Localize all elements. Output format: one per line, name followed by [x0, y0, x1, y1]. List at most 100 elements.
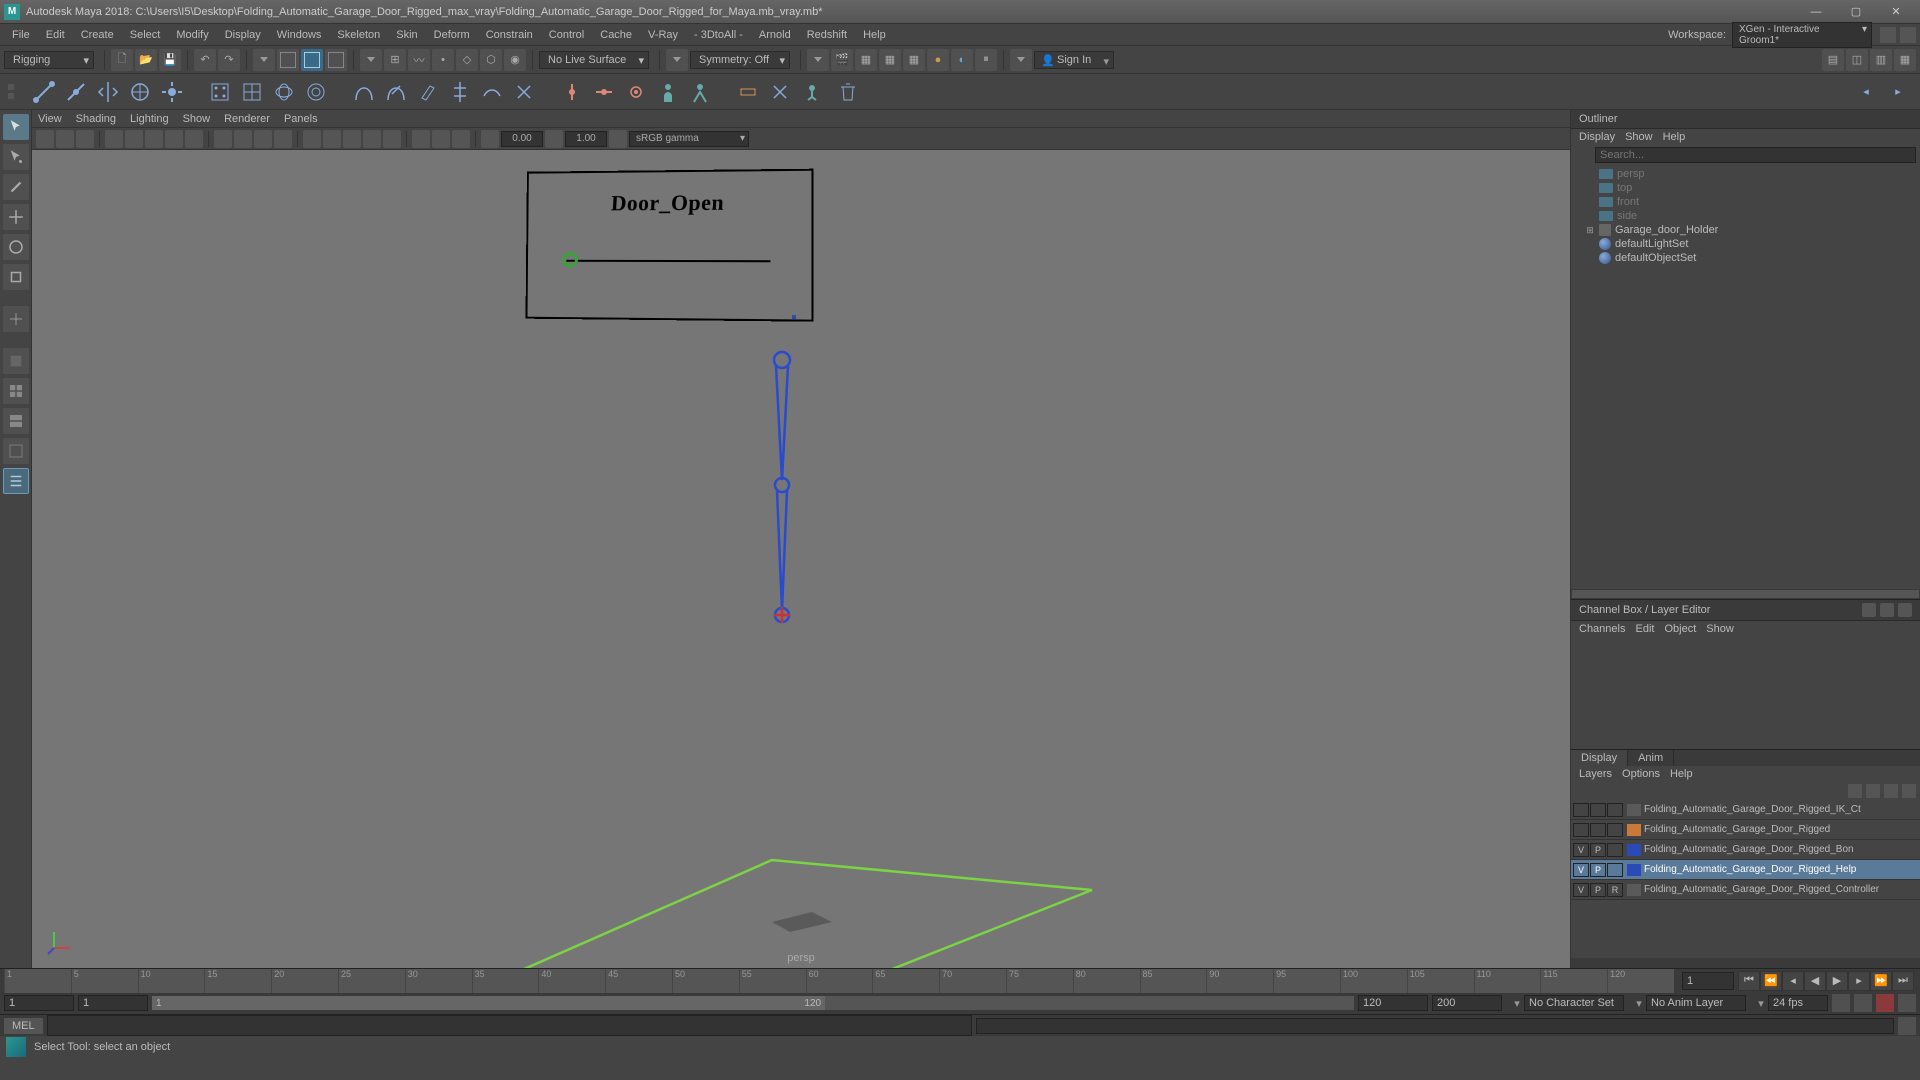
- vp-exposure-field[interactable]: 0.00: [501, 131, 543, 147]
- layer-menu-help[interactable]: Help: [1670, 768, 1693, 780]
- cbox-icon-3[interactable]: [1898, 603, 1912, 617]
- shelf-char2-icon[interactable]: [686, 78, 714, 106]
- shelf-pose-icon[interactable]: [798, 78, 826, 106]
- playblast-pause-icon[interactable]: ⏸: [975, 49, 997, 71]
- shelf-wrap-icon[interactable]: [270, 78, 298, 106]
- rotate-tool[interactable]: [3, 234, 29, 260]
- workspace-reset-icon[interactable]: [1880, 27, 1896, 43]
- outliner-item[interactable]: persp: [1571, 167, 1920, 181]
- layer-r-toggle[interactable]: [1607, 843, 1623, 857]
- time-track[interactable]: 1510152025303540455055606570758085909510…: [4, 969, 1674, 993]
- menu-select[interactable]: Select: [122, 27, 169, 43]
- snap-curve-icon[interactable]: 〰: [408, 49, 430, 71]
- shelf-smooth-weights-icon[interactable]: [478, 78, 506, 106]
- fps-select[interactable]: 24 fps: [1768, 995, 1828, 1011]
- live-surface-select[interactable]: No Live Surface: [539, 51, 649, 69]
- vp-expose-icon[interactable]: [481, 130, 499, 148]
- shelf-delete-icon[interactable]: [834, 78, 862, 106]
- layer-color-swatch[interactable]: [1627, 844, 1641, 856]
- layer-new-selected-icon[interactable]: [1902, 784, 1916, 798]
- script-lang-toggle[interactable]: MEL: [4, 1018, 43, 1034]
- vp-ao-icon[interactable]: [343, 130, 361, 148]
- minimize-button[interactable]: —: [1796, 0, 1836, 24]
- vp-menu-lighting[interactable]: Lighting: [130, 113, 169, 125]
- menu-deform[interactable]: Deform: [426, 27, 478, 43]
- shelf-scroll-right-icon[interactable]: ▸: [1884, 78, 1912, 106]
- cbox-menu-show[interactable]: Show: [1706, 623, 1734, 635]
- layer-color-swatch[interactable]: [1627, 804, 1641, 816]
- layer-row[interactable]: VPFolding_Automatic_Garage_Door_Rigged_H…: [1571, 860, 1920, 880]
- layer-p-toggle[interactable]: [1590, 823, 1606, 837]
- layer-color-swatch[interactable]: [1627, 824, 1641, 836]
- menu-create[interactable]: Create: [73, 27, 122, 43]
- outliner-menu-show[interactable]: Show: [1625, 131, 1653, 143]
- vp-shadow-icon[interactable]: [323, 130, 341, 148]
- vp-aa-icon[interactable]: [383, 130, 401, 148]
- vp-menu-renderer[interactable]: Renderer: [224, 113, 270, 125]
- cbox-menu-edit[interactable]: Edit: [1635, 623, 1654, 635]
- signin-button[interactable]: 👤 Sign In: [1034, 51, 1114, 69]
- step-forward-icon[interactable]: ▸: [1848, 971, 1870, 991]
- vp-menu-show[interactable]: Show: [183, 113, 211, 125]
- vp-colorspace-select[interactable]: sRGB gamma: [629, 131, 749, 147]
- hypershade-icon[interactable]: ●: [927, 49, 949, 71]
- layer-v-toggle[interactable]: [1573, 823, 1589, 837]
- menu-constrain[interactable]: Constrain: [478, 27, 541, 43]
- menu-cache[interactable]: Cache: [592, 27, 640, 43]
- step-forward-key-icon[interactable]: ⏩: [1870, 971, 1892, 991]
- open-scene-icon[interactable]: 📂: [135, 49, 157, 71]
- play-back-icon[interactable]: ◀: [1804, 971, 1826, 991]
- vp-lock-camera-icon[interactable]: [56, 130, 74, 148]
- close-button[interactable]: ✕: [1876, 0, 1916, 24]
- menu-edit[interactable]: Edit: [38, 27, 73, 43]
- layer-row[interactable]: VPFolding_Automatic_Garage_Door_Rigged_B…: [1571, 840, 1920, 860]
- menu-windows[interactable]: Windows: [269, 27, 330, 43]
- shelf-config-icon[interactable]: [8, 84, 20, 99]
- shelf-joint-icon[interactable]: [30, 78, 58, 106]
- ipr-render-icon[interactable]: ▦: [855, 49, 877, 71]
- shelf-blend-icon[interactable]: [766, 78, 794, 106]
- select-mask-icon[interactable]: [360, 49, 382, 71]
- vp-image-plane-icon[interactable]: [105, 130, 123, 148]
- outliner-item[interactable]: defaultLightSet: [1571, 237, 1920, 251]
- menu-skin[interactable]: Skin: [388, 27, 425, 43]
- panel-toggle-1-icon[interactable]: ▤: [1822, 49, 1844, 71]
- outliner-item[interactable]: front: [1571, 195, 1920, 209]
- shelf-cluster-icon[interactable]: [206, 78, 234, 106]
- vp-motion-blur-icon[interactable]: [363, 130, 381, 148]
- layer-color-swatch[interactable]: [1627, 864, 1641, 876]
- set-key-icon[interactable]: [1876, 994, 1894, 1012]
- vp-texture-icon[interactable]: [274, 130, 292, 148]
- save-scene-icon[interactable]: 💾: [159, 49, 181, 71]
- layer-color-swatch[interactable]: [1627, 884, 1641, 896]
- select-mode-icon[interactable]: [253, 49, 275, 71]
- anim-layer-select[interactable]: No Anim Layer: [1646, 995, 1746, 1011]
- tab-display[interactable]: Display: [1571, 750, 1628, 766]
- menu-display[interactable]: Display: [217, 27, 269, 43]
- outliner-hscroll[interactable]: [1571, 589, 1920, 599]
- shelf-gear-icon[interactable]: [622, 78, 650, 106]
- outliner-toggle-icon[interactable]: [3, 468, 29, 494]
- range-loop-icon[interactable]: [1832, 994, 1850, 1012]
- layout-single-icon[interactable]: [3, 378, 29, 404]
- vp-2d-zoom-icon[interactable]: [125, 130, 143, 148]
- render-view-icon[interactable]: ▦: [879, 49, 901, 71]
- shelf-bind-skin-icon[interactable]: [350, 78, 378, 106]
- outliner-menu-display[interactable]: Display: [1579, 131, 1615, 143]
- step-back-icon[interactable]: ◂: [1782, 971, 1804, 991]
- layer-move-down-icon[interactable]: [1866, 784, 1880, 798]
- command-input[interactable]: [47, 1015, 973, 1036]
- range-track[interactable]: 1120: [152, 996, 1354, 1010]
- outliner-item[interactable]: side: [1571, 209, 1920, 223]
- shelf-mirror-joint-icon[interactable]: [94, 78, 122, 106]
- shelf-wire-icon[interactable]: [302, 78, 330, 106]
- scale-tool[interactable]: [3, 264, 29, 290]
- render-settings-icon[interactable]: ▦: [903, 49, 925, 71]
- vp-res-gate-icon[interactable]: [185, 130, 203, 148]
- symmetry-toggle-icon[interactable]: [666, 49, 688, 71]
- vp-select-camera-icon[interactable]: [36, 130, 54, 148]
- vp-gamma-field[interactable]: 1.00: [565, 131, 607, 147]
- layer-r-toggle[interactable]: R: [1607, 883, 1623, 897]
- shelf-detach-skin-icon[interactable]: [382, 78, 410, 106]
- layer-r-toggle[interactable]: [1607, 803, 1623, 817]
